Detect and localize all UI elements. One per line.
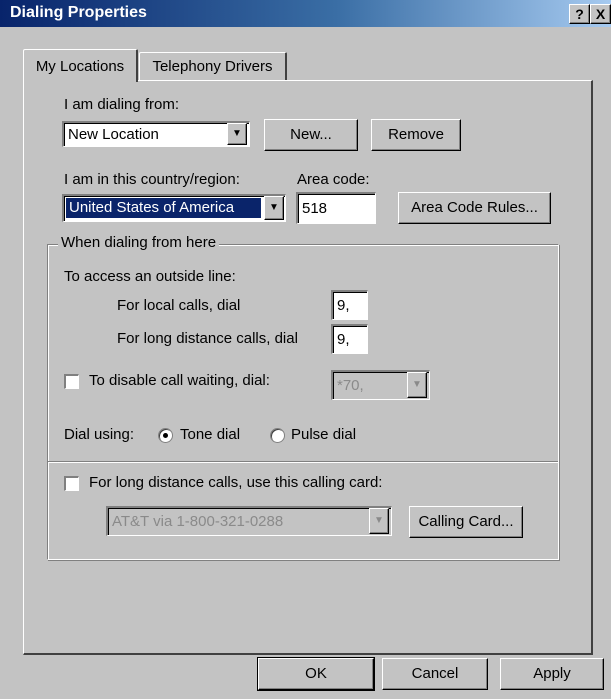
calling-card-combo[interactable]: AT&T via 1-800-321-0288 (106, 506, 392, 536)
location-value: New Location (68, 126, 159, 143)
cancel-button[interactable]: Cancel (382, 658, 488, 690)
call-waiting-value: *70, (337, 377, 364, 394)
country-label: I am in this country/region: (64, 171, 240, 188)
area-code-input[interactable]: 518 (296, 192, 376, 224)
country-dropdown-arrow[interactable]: ▼ (264, 196, 284, 220)
location-dropdown-arrow[interactable]: ▼ (227, 123, 247, 145)
country-combo[interactable]: United States of America (62, 194, 286, 222)
call-waiting-dropdown-arrow[interactable]: ▼ (407, 372, 427, 398)
separator (48, 461, 558, 463)
tone-dial-label: Tone dial (180, 426, 241, 443)
area-code-rules-button[interactable]: Area Code Rules... (398, 192, 551, 224)
pulse-dial-radio[interactable] (270, 428, 285, 443)
calling-card-checkbox[interactable] (64, 476, 79, 491)
close-button[interactable]: X (590, 4, 611, 24)
country-value: United States of America (66, 198, 261, 218)
call-waiting-checkbox[interactable] (64, 374, 79, 389)
tone-dial-radio[interactable] (158, 428, 173, 443)
radio-selected-dot (163, 433, 168, 438)
calling-card-dropdown-arrow[interactable]: ▼ (369, 508, 389, 534)
calling-card-button[interactable]: Calling Card... (409, 506, 523, 538)
new-location-button[interactable]: New... (264, 119, 358, 151)
ok-button[interactable]: OK (257, 657, 375, 691)
local-calls-value: 9, (337, 297, 350, 314)
call-waiting-label: To disable call waiting, dial: (89, 372, 270, 389)
pulse-dial-label: Pulse dial (291, 426, 357, 443)
tab-my-locations-label: My Locations (35, 58, 125, 75)
dialing-from-label: I am dialing from: (64, 96, 180, 113)
dial-using-label: Dial using: (64, 426, 135, 443)
dialing-groupbox-title: When dialing from here (58, 234, 220, 251)
location-combo[interactable]: New Location (62, 121, 250, 147)
tab-telephony-drivers[interactable]: Telephony Drivers (139, 52, 287, 80)
area-code-label: Area code: (297, 171, 370, 188)
tab-telephony-drivers-label: Telephony Drivers (152, 58, 273, 75)
long-distance-value: 9, (337, 331, 350, 348)
apply-button[interactable]: Apply (500, 658, 604, 690)
long-distance-input[interactable]: 9, (331, 324, 368, 354)
calling-card-value: AT&T via 1-800-321-0288 (112, 513, 284, 530)
local-calls-label: For local calls, dial (117, 297, 241, 314)
remove-location-button[interactable]: Remove (371, 119, 461, 151)
help-button[interactable]: ? (569, 4, 590, 24)
calling-card-label: For long distance calls, use this callin… (89, 474, 383, 491)
area-code-value: 518 (302, 200, 328, 217)
tab-my-locations[interactable]: My Locations (23, 49, 138, 82)
window-title: Dialing Properties (10, 4, 147, 21)
outside-line-label: To access an outside line: (64, 268, 236, 285)
local-calls-input[interactable]: 9, (331, 290, 368, 320)
long-distance-label: For long distance calls, dial (117, 330, 298, 347)
